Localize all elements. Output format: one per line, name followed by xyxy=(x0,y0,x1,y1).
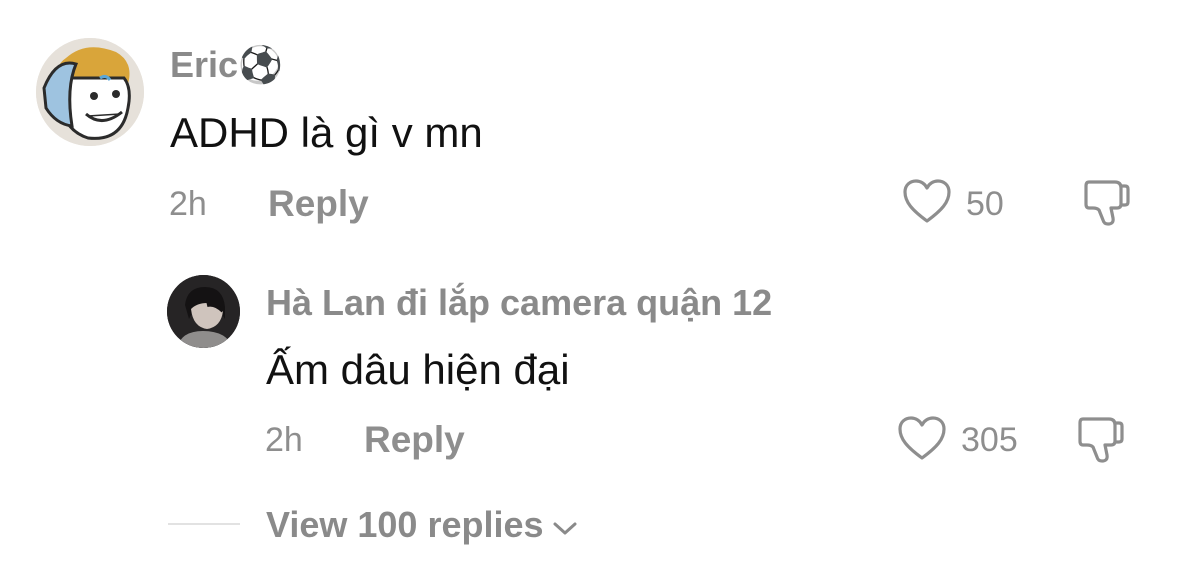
avatar[interactable] xyxy=(167,275,240,348)
comment-timestamp: 2h xyxy=(169,185,207,223)
chevron-down-icon xyxy=(552,507,578,543)
comment-username[interactable]: Eric⚽ xyxy=(170,47,283,83)
like-button[interactable] xyxy=(897,415,947,461)
comment-text: ADHD là gì v mn xyxy=(170,109,483,156)
dislike-button[interactable] xyxy=(1077,415,1125,465)
avatar[interactable] xyxy=(36,38,144,146)
soccer-ball-icon: ⚽ xyxy=(238,44,283,85)
username-text: Eric xyxy=(170,44,239,85)
comment-username[interactable]: Hà Lan đi lắp camera quận 12 xyxy=(266,285,772,321)
thumbs-down-icon xyxy=(1078,417,1124,463)
thumbs-down-icon xyxy=(1084,180,1130,226)
divider xyxy=(168,523,240,525)
like-button[interactable] xyxy=(902,178,952,224)
heart-icon xyxy=(898,416,946,460)
reply-button[interactable]: Reply xyxy=(364,421,465,458)
dislike-button[interactable] xyxy=(1083,178,1131,228)
like-count: 305 xyxy=(961,421,1018,459)
comment-timestamp: 2h xyxy=(265,421,303,459)
comment-text: Ấm dâu hiện đại xyxy=(266,346,570,393)
view-replies-label: View 100 replies xyxy=(266,504,544,545)
like-count: 50 xyxy=(966,185,1004,223)
heart-icon xyxy=(903,179,951,223)
cartoon-avatar-icon xyxy=(36,38,144,146)
view-replies-button[interactable]: View 100 replies xyxy=(266,507,578,543)
reply-button[interactable]: Reply xyxy=(268,185,369,222)
photo-avatar-icon xyxy=(167,275,240,348)
